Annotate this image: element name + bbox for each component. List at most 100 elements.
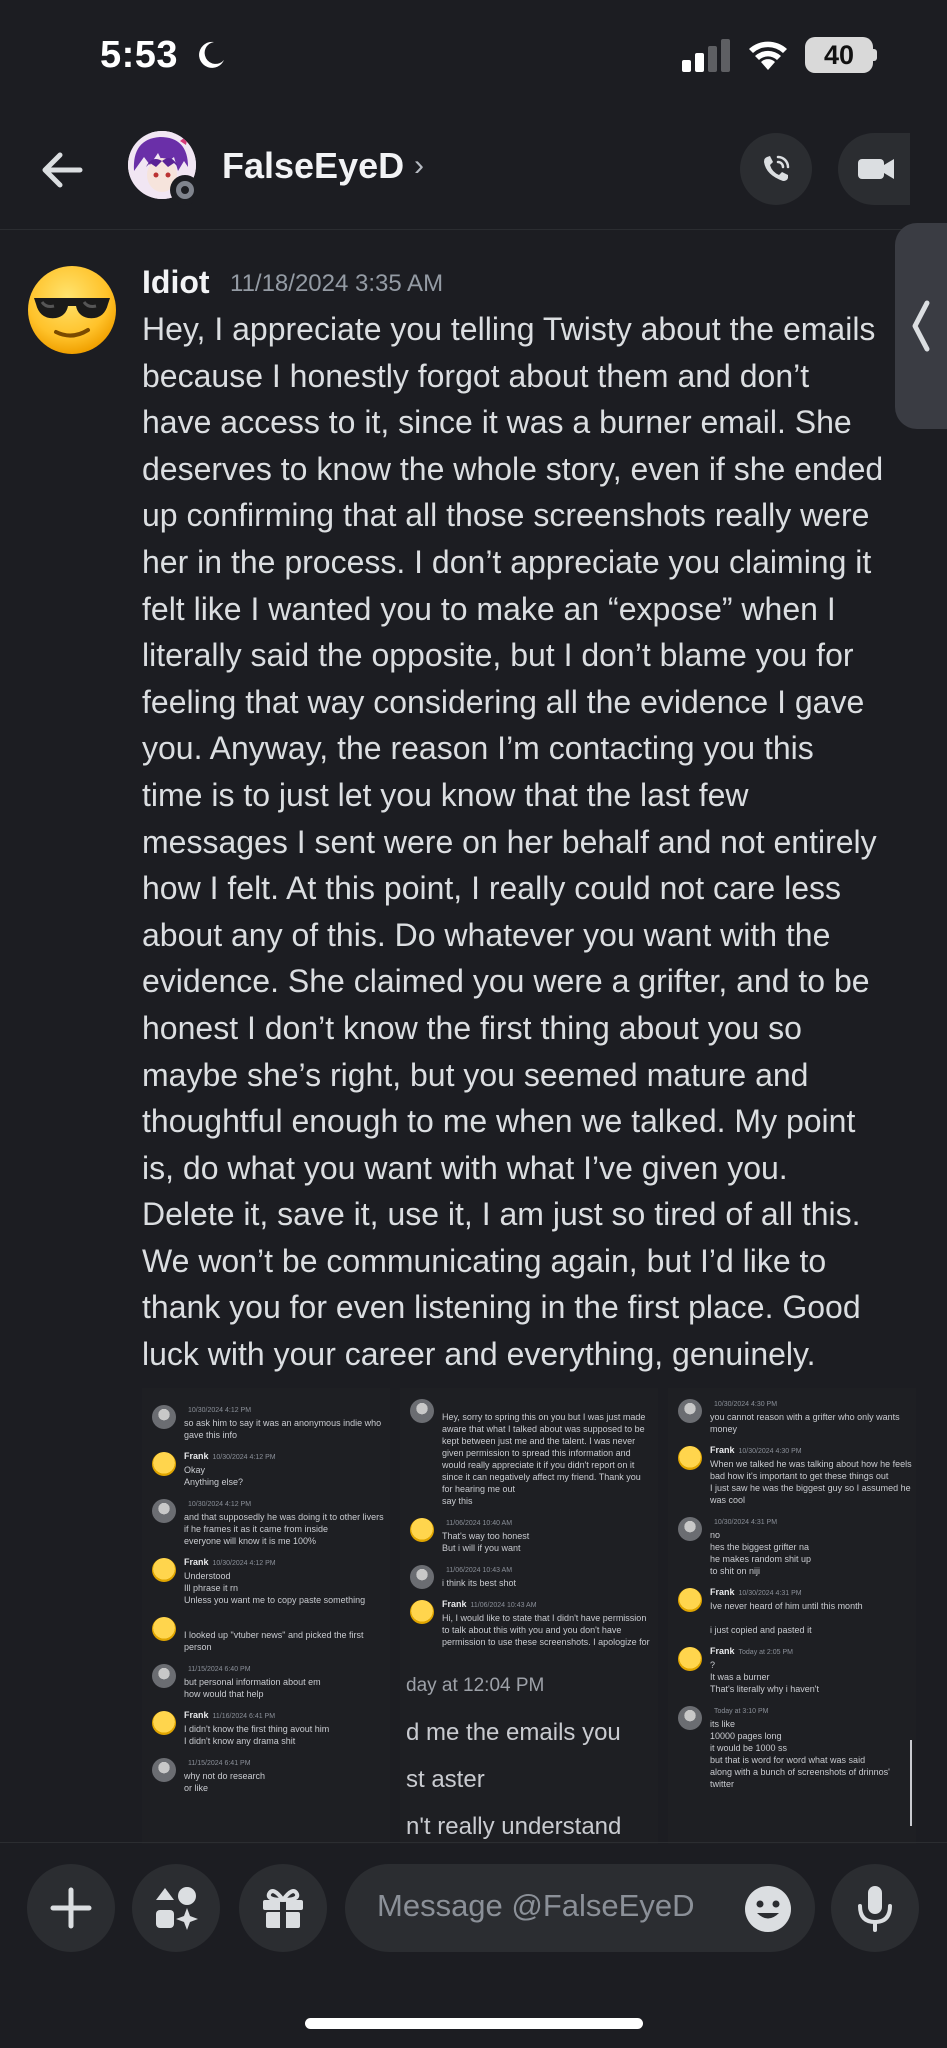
screenshot-avatar <box>152 1664 176 1688</box>
message-line: thoughtful enough to me when we talked. … <box>142 1103 856 1140</box>
message-line: honest I don’t know the first thing abou… <box>142 1009 802 1046</box>
message-line: messages I sent were on her behalf and n… <box>142 823 877 860</box>
screenshot-message: 11/15/2024 6:40 PM but personal informati… <box>142 1662 390 1700</box>
screenshot-message-header: Frank 10/30/2024 4:12 PM <box>184 1556 390 1570</box>
voice-call-button[interactable] <box>740 133 812 205</box>
back-arrow-icon[interactable] <box>36 143 90 197</box>
screenshot-line: That's way too honest <box>442 1531 530 1541</box>
screenshot-avatar <box>678 1517 702 1541</box>
message-line: how I felt. At this point, I really coul… <box>142 870 842 907</box>
screenshot-avatar <box>410 1565 434 1589</box>
screenshot-message-header: Frank 11/06/2024 10:43 AM <box>442 1598 658 1612</box>
screenshot-message: Frank 10/30/2024 4:30 PM When we talked he… <box>668 1444 916 1506</box>
screenshot-line: Ive never heard of him until this month <box>710 1601 863 1611</box>
screenshot-line: gave this info <box>184 1430 238 1440</box>
screenshot-line: That's literally why i haven't <box>710 1684 819 1694</box>
microphone-icon <box>858 1886 892 1932</box>
screenshot-message: 11/06/2024 10:43 AM i think its best shot <box>400 1563 658 1589</box>
message-line: time is to just let you know that the la… <box>142 776 749 813</box>
screenshot-timestamp: 10/30/2024 4:31 PM <box>738 1590 802 1597</box>
screenshot-avatar <box>152 1617 176 1641</box>
screenshot-timestamp: 11/15/2024 6:41 PM <box>188 1760 251 1767</box>
screenshot-line: bad how it's important to get these thin… <box>710 1471 889 1481</box>
attachment-screenshot-1[interactable]: 10/30/2024 4:12 PM so ask him to say it w… <box>142 1388 390 1844</box>
screenshot-timestamp: 11/15/2024 6:40 PM <box>188 1666 251 1673</box>
message-line: feeling that way considering all the evi… <box>142 683 865 720</box>
screenshot-line: but that is word for word what was said <box>710 1755 866 1765</box>
screenshot-line: so ask him to say it was an anonymous in… <box>184 1418 382 1428</box>
author-avatar-sunglasses-emoji[interactable] <box>26 264 118 356</box>
screenshot-message-header: 10/30/2024 4:12 PM <box>184 1497 390 1511</box>
screenshot-line: to talk about this with you and you don'… <box>442 1625 622 1635</box>
status-time: 5:53 <box>100 34 179 76</box>
screenshot-line: I looked up "vtuber news" and picked the… <box>184 1630 364 1640</box>
screenshot-line: given permission to spread this informat… <box>442 1448 631 1458</box>
screenshot-line: ? <box>710 1660 716 1670</box>
screenshot-message: Frank 11/16/2024 6:41 PM I didn't know the… <box>142 1709 390 1747</box>
emoji-button[interactable] <box>743 1884 793 1934</box>
screenshot-line: he makes random shit up <box>710 1554 812 1564</box>
screenshot-line: Ill phrase it rn <box>184 1583 239 1593</box>
screenshot-line: Hi, I would like to state that I didn't … <box>442 1613 647 1623</box>
screenshot-avatar <box>678 1706 702 1730</box>
smiley-icon <box>745 1886 791 1932</box>
screenshot-line: aware that what I talked about was suppo… <box>442 1424 645 1434</box>
add-attachment-button[interactable] <box>27 1864 115 1952</box>
screenshot-line: but personal information about em <box>184 1677 321 1687</box>
screenshot-line: I didn't know any drama shit <box>184 1736 296 1746</box>
attachment-screenshot-2[interactable]: Hey, sorry to spring this on you but I w… <box>400 1388 658 1844</box>
screenshot-message-header: Frank 10/30/2024 4:30 PM <box>710 1444 916 1458</box>
screenshot-message-header <box>184 1615 390 1629</box>
home-indicator[interactable] <box>305 2018 643 2029</box>
video-camera-icon <box>858 159 884 179</box>
screenshot-message: 10/30/2024 4:12 PM and that supposedly he… <box>142 1497 390 1547</box>
message-line: because I honestly forgot about them and… <box>142 357 810 394</box>
message-line: is, do what you want with what I’ve give… <box>142 1149 788 1186</box>
screenshot-timestamp: 10/30/2024 4:12 PM <box>188 1501 252 1508</box>
attachment-screenshot-3[interactable]: 10/30/2024 4:30 PM you cannot reason with… <box>668 1388 916 1844</box>
voice-message-button[interactable] <box>831 1864 919 1952</box>
contact-name[interactable]: FalseEyeD <box>222 145 404 187</box>
screenshot-timestamp: 10/30/2024 4:30 PM <box>714 1401 778 1408</box>
screenshot-line: money <box>710 1424 738 1434</box>
screenshot-message: Frank Today at 2:05 PM? It was a burner Tha… <box>668 1645 916 1695</box>
screenshot-line: Okay <box>184 1465 206 1475</box>
message-line: felt like I wanted you to make an “expos… <box>142 590 836 627</box>
screenshot-message: I looked up "vtuber news" and picked the… <box>142 1615 390 1653</box>
message-line: Hey, I appreciate you telling Twisty abo… <box>142 311 876 347</box>
screenshot-message: Today at 3:10 PM its like 10000 pages long… <box>668 1704 916 1790</box>
screenshot-avatar <box>410 1600 434 1624</box>
chevron-right-icon[interactable]: › <box>414 149 424 183</box>
apps-button[interactable] <box>132 1864 220 1952</box>
screenshot-line: since it can negatively affect my friend… <box>442 1472 641 1482</box>
screenshot-timestamp: 11/06/2024 10:43 AM <box>470 1602 537 1609</box>
attachment-scrollbar[interactable] <box>910 1740 912 1826</box>
screenshot-message-header: 10/30/2024 4:30 PM <box>710 1397 916 1411</box>
screenshot-message-header: 11/06/2024 10:40 AM <box>442 1516 658 1530</box>
status-bar: 5:53 40 <box>0 0 947 115</box>
cellular-signal-icon <box>680 38 732 72</box>
screenshot-line: i think its best shot <box>442 1578 517 1588</box>
screenshot-line: it would be 1000 ss <box>710 1743 788 1753</box>
screenshot-message-header: Frank 10/30/2024 4:12 PM <box>184 1450 390 1464</box>
message-author[interactable]: Idiot <box>142 264 210 301</box>
video-call-button[interactable] <box>838 133 910 205</box>
screenshot-avatar <box>152 1405 176 1429</box>
gift-button[interactable] <box>239 1864 327 1952</box>
screenshot-author: Frank <box>710 1587 735 1597</box>
message-line: deserves to know the whole story, even i… <box>142 450 884 487</box>
screenshot-line: along with a bunch of screenshots of dri… <box>710 1767 890 1777</box>
screenshot-message-header: Frank Today at 2:05 PM <box>710 1645 916 1659</box>
screenshot-timestamp: 10/30/2024 4:12 PM <box>212 1560 276 1567</box>
screenshot-timestamp: 11/06/2024 10:43 AM <box>446 1567 513 1574</box>
screenshot-timestamp: 10/30/2024 4:31 PM <box>714 1519 778 1526</box>
screenshot-avatar <box>410 1399 434 1423</box>
screenshot-line: was cool <box>710 1495 746 1505</box>
screenshot-timestamp: 10/30/2024 4:30 PM <box>738 1448 802 1455</box>
offline-status-icon <box>170 175 200 205</box>
screenshot-line: if he frames it as it came from inside <box>184 1524 329 1534</box>
message-timestamp: 11/18/2024 3:35 AM <box>230 270 444 297</box>
message-input[interactable]: Message @FalseEyeD <box>345 1864 815 1952</box>
screenshot-line: would really appreciate it if you didn't… <box>442 1460 635 1470</box>
screenshot-author: Frank <box>184 1451 209 1461</box>
